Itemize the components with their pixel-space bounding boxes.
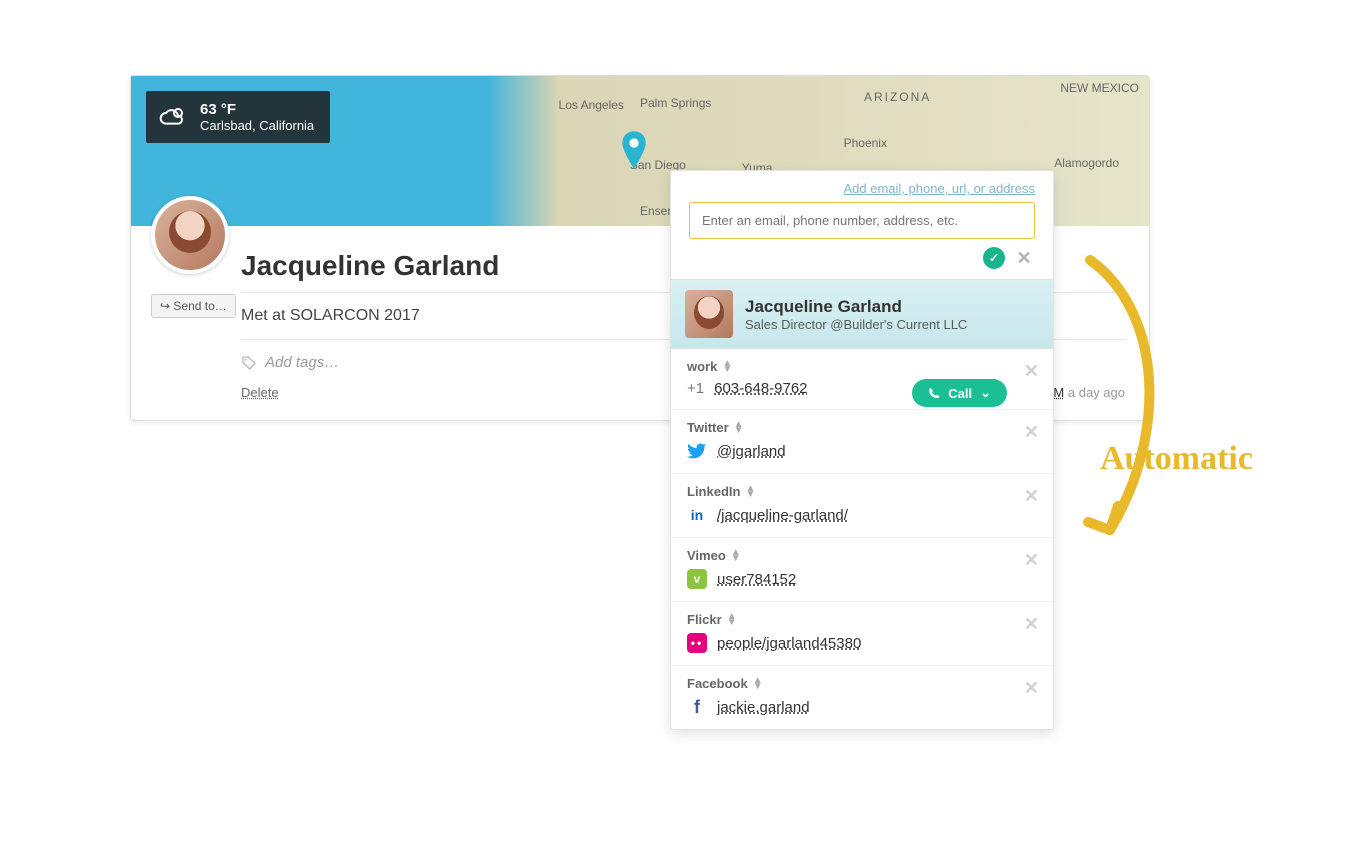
twitter-icon [687,441,707,461]
send-to-button[interactable]: ↪ Send to… [151,294,236,318]
contact-title: Sales Director @Builder's Current LLC [745,317,967,332]
facebook-icon: f [687,697,707,717]
sort-icon: ▲▼ [734,422,744,434]
sort-icon: ▲▼ [745,486,755,498]
field-label[interactable]: Vimeo ▲▼ [687,548,1037,563]
field-row-work: work ▲▼ +1 603-648-9762 Call ⌄ ✕ [671,349,1053,410]
twitter-link[interactable]: @jgarland [717,443,786,460]
flickr-icon: •• [687,633,707,653]
weather-temp: 63 °F [200,101,314,118]
linkedin-icon: in [687,505,707,525]
field-row-twitter: Twitter ▲▼ @jgarland ✕ [671,410,1053,474]
add-contact-info-input[interactable] [689,202,1035,239]
map-city-label: Los Angeles [559,98,624,112]
sort-icon: ▲▼ [727,614,737,626]
field-label[interactable]: Facebook ▲▼ [687,676,1037,691]
phone-icon [928,387,940,399]
map-city-label: Alamogordo [1054,156,1119,170]
delete-link[interactable]: Delete [241,385,279,400]
contact-avatar-small [685,290,733,338]
field-row-facebook: Facebook ▲▼ f jackie.garland ✕ [671,666,1053,729]
contact-avatar[interactable] [151,196,229,274]
flickr-link[interactable]: people/jgarland45380 [717,635,861,652]
vimeo-icon: v [687,569,707,589]
remove-field-button[interactable]: ✕ [1024,361,1039,382]
field-row-linkedin: LinkedIn ▲▼ in /jacqueline-garland/ ✕ [671,474,1053,538]
annotation-text: Automatic [1100,440,1253,478]
field-row-vimeo: Vimeo ▲▼ v user784152 ✕ [671,538,1053,602]
call-button[interactable]: Call ⌄ [912,379,1007,407]
remove-field-button[interactable]: ✕ [1024,550,1039,571]
confirm-add-button[interactable]: ✓ [983,247,1005,269]
map-city-label: Phoenix [844,136,887,150]
sort-icon: ▲▼ [731,550,741,562]
map-region-label: ARIZONA [864,90,931,104]
field-label[interactable]: work ▲▼ [687,359,1037,374]
map-city-label: Palm Springs [640,96,711,110]
field-label[interactable]: Flickr ▲▼ [687,612,1037,627]
add-contact-info-link[interactable]: Add email, phone, url, or address [844,181,1036,196]
linkedin-link[interactable]: /jacqueline-garland/ [717,507,848,524]
weather-badge: 63 °F Carlsbad, California [146,91,330,143]
field-row-flickr: Flickr ▲▼ •• people/jgarland45380 ✕ [671,602,1053,666]
map-pin-icon [620,131,648,169]
contact-name-small: Jacqueline Garland [745,297,967,317]
remove-field-button[interactable]: ✕ [1024,678,1039,699]
sort-icon: ▲▼ [722,361,732,373]
chevron-down-icon: ⌄ [980,385,991,401]
field-label[interactable]: Twitter ▲▼ [687,420,1037,435]
tag-icon [241,355,257,371]
vimeo-link[interactable]: user784152 [717,571,796,588]
weather-icon [158,101,190,133]
field-label[interactable]: LinkedIn ▲▼ [687,484,1037,499]
share-icon: ↪ [160,299,170,313]
map-region-label: NEW MEXICO [1060,82,1139,94]
phone-link[interactable]: 603-648-9762 [714,380,807,397]
sort-icon: ▲▼ [753,678,763,690]
remove-field-button[interactable]: ✕ [1024,486,1039,507]
contact-summary-strip: Jacqueline Garland Sales Director @Build… [671,279,1053,349]
weather-location: Carlsbad, California [200,118,314,133]
contact-detail-popover: Add email, phone, url, or address ✓ ✕ Ja… [670,170,1054,730]
remove-field-button[interactable]: ✕ [1024,422,1039,443]
facebook-link[interactable]: jackie.garland [717,699,810,716]
remove-field-button[interactable]: ✕ [1024,614,1039,635]
cancel-add-button[interactable]: ✕ [1013,247,1035,269]
